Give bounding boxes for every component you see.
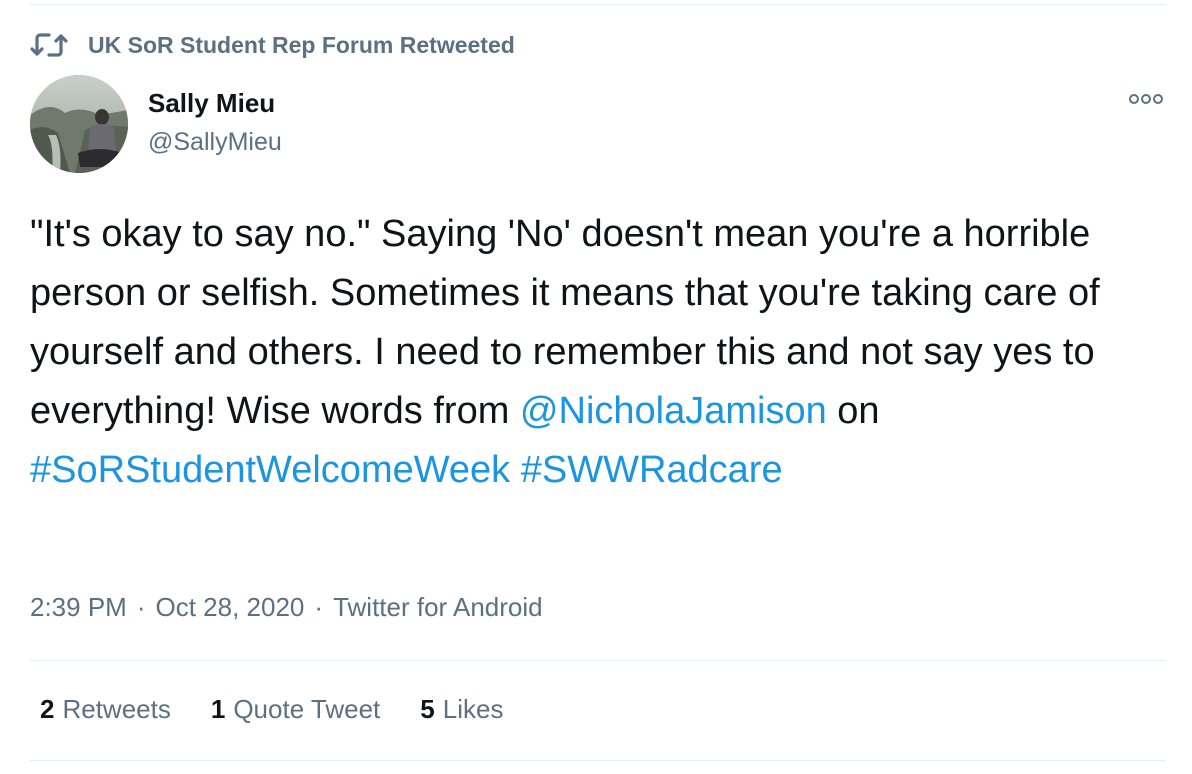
tweet-stats: 2 Retweets 1 Quote Tweet 5 Likes xyxy=(40,694,543,725)
retweet-context: UK SoR Student Rep Forum Retweeted xyxy=(30,30,515,60)
tweet-text-connector: on xyxy=(826,390,891,432)
avatar[interactable] xyxy=(30,75,128,173)
quote-tweets-count: 1 xyxy=(210,694,226,724)
hashtag-link[interactable]: #SWWRadcare xyxy=(521,449,783,491)
quote-tweets-stat[interactable]: 1 Quote Tweet xyxy=(211,694,380,725)
more-options-button[interactable] xyxy=(1128,92,1164,110)
retweets-count: 2 xyxy=(40,694,55,724)
mention-link[interactable]: @NicholaJamison xyxy=(520,390,827,432)
stats-divider-bottom xyxy=(30,760,1166,761)
meta-separator: · xyxy=(314,592,324,622)
stats-divider-top xyxy=(30,660,1166,661)
more-dots-icon xyxy=(1128,92,1164,111)
likes-count: 5 xyxy=(420,694,435,724)
tweet-text: "It's okay to say no." Saying 'No' doesn… xyxy=(30,205,1170,500)
tweet-metadata: 2:39 PM · Oct 28, 2020 · Twitter for And… xyxy=(30,592,543,623)
retweet-icon xyxy=(30,30,68,60)
tweet-time[interactable]: 2:39 PM xyxy=(30,592,127,623)
meta-separator: · xyxy=(136,592,146,622)
tweet-date[interactable]: Oct 28, 2020 xyxy=(156,592,305,623)
author-handle[interactable]: @SallyMieu xyxy=(148,128,282,157)
retweets-stat[interactable]: 2 Retweets xyxy=(40,694,171,725)
retweets-label: Retweets xyxy=(62,694,171,724)
tweet-client[interactable]: Twitter for Android xyxy=(333,592,543,623)
retweet-context-text[interactable]: UK SoR Student Rep Forum Retweeted xyxy=(88,32,515,59)
likes-label: Likes xyxy=(442,694,504,724)
likes-stat[interactable]: 5 Likes xyxy=(420,694,503,725)
quote-tweets-label: Quote Tweet xyxy=(233,694,381,724)
author-display-name[interactable]: Sally Mieu xyxy=(148,88,275,119)
hashtag-link[interactable]: #SoRStudentWelcomeWeek xyxy=(30,449,510,491)
tweet-text-space xyxy=(510,449,521,491)
top-divider xyxy=(30,4,1166,5)
